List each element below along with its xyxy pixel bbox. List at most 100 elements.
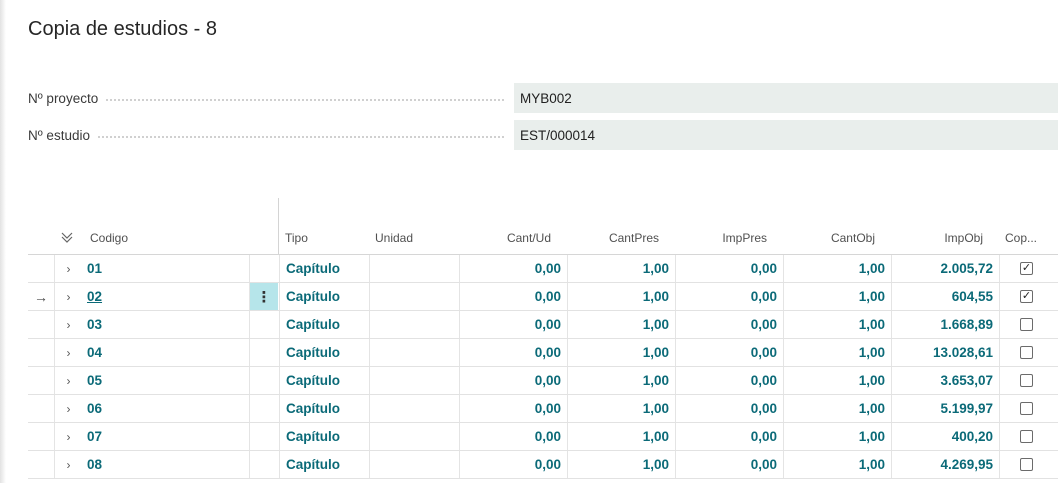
cell-cant-pres[interactable]: 1,00 (567, 283, 675, 310)
study-number-input[interactable]: EST/000014 (514, 120, 1058, 150)
cell-unidad[interactable] (369, 283, 459, 310)
cell-codigo[interactable]: 08 (87, 451, 247, 478)
cell-imp-obj[interactable]: 400,20 (891, 423, 999, 450)
more-vertical-icon[interactable]: ⋮ (249, 283, 278, 310)
column-header-cant-pres[interactable]: CantPres (568, 231, 659, 245)
cell-imp-pres[interactable]: 0,00 (675, 451, 783, 478)
cell-imp-obj[interactable]: 4.269,95 (891, 451, 999, 478)
chevron-right-icon[interactable]: › (54, 283, 82, 310)
cell-cant-pres[interactable]: 1,00 (567, 311, 675, 338)
copy-checkbox[interactable] (1020, 430, 1033, 443)
codigo-text[interactable]: 06 (87, 401, 102, 416)
row-menu-slot[interactable] (249, 255, 278, 282)
cell-tipo[interactable]: Capítulo (279, 451, 369, 478)
column-header-cant-ud[interactable]: Cant/Ud (460, 231, 551, 245)
row-menu-slot[interactable] (249, 367, 278, 394)
column-header-cant-obj[interactable]: CantObj (784, 231, 875, 245)
cell-cant-ud[interactable]: 0,00 (459, 367, 567, 394)
cell-cant-obj[interactable]: 1,00 (783, 311, 891, 338)
column-header-unidad[interactable]: Unidad (375, 231, 413, 245)
collapse-all-icon[interactable] (60, 230, 74, 247)
row-selector[interactable] (28, 451, 54, 478)
table-row[interactable]: › 06 Capítulo 0,00 1,00 0,00 1,00 5.199,97 (28, 395, 1058, 423)
copy-checkbox[interactable] (1020, 318, 1033, 331)
cell-cant-ud[interactable]: 0,00 (459, 311, 567, 338)
cell-unidad[interactable] (369, 255, 459, 282)
cell-unidad[interactable] (369, 423, 459, 450)
cell-cant-obj[interactable]: 1,00 (783, 423, 891, 450)
row-menu-slot[interactable] (249, 339, 278, 366)
cell-cant-ud[interactable]: 0,00 (459, 255, 567, 282)
cell-imp-obj[interactable]: 3.653,07 (891, 367, 999, 394)
project-number-input[interactable]: MYB002 (514, 83, 1058, 113)
cell-tipo[interactable]: Capítulo (279, 367, 369, 394)
cell-codigo[interactable]: 04 (87, 339, 247, 366)
cell-unidad[interactable] (369, 367, 459, 394)
copy-checkbox[interactable] (1020, 374, 1033, 387)
cell-tipo[interactable]: Capítulo (279, 283, 369, 310)
row-menu-slot[interactable] (249, 311, 278, 338)
codigo-text[interactable]: 05 (87, 373, 102, 388)
row-selector[interactable] (28, 367, 54, 394)
column-header-copiar[interactable]: Cop... (1005, 231, 1037, 245)
cell-cant-obj[interactable]: 1,00 (783, 255, 891, 282)
copy-checkbox[interactable] (1020, 346, 1033, 359)
cell-cant-ud[interactable]: 0,00 (459, 423, 567, 450)
cell-imp-obj[interactable]: 5.199,97 (891, 395, 999, 422)
chevron-right-icon[interactable]: › (54, 311, 82, 338)
cell-codigo[interactable]: 05 (87, 367, 247, 394)
codigo-text[interactable]: 07 (87, 429, 102, 444)
cell-tipo[interactable]: Capítulo (279, 339, 369, 366)
codigo-text[interactable]: 08 (87, 457, 102, 472)
codigo-text[interactable]: 03 (87, 317, 102, 332)
cell-codigo[interactable]: 03 (87, 311, 247, 338)
cell-cant-ud[interactable]: 0,00 (459, 395, 567, 422)
cell-unidad[interactable] (369, 339, 459, 366)
chevron-right-icon[interactable]: › (54, 255, 82, 282)
cell-tipo[interactable]: Capítulo (279, 395, 369, 422)
codigo-text[interactable]: 02 (87, 289, 102, 304)
table-row[interactable]: › 03 Capítulo 0,00 1,00 0,00 1,00 1.668,89 (28, 311, 1058, 339)
cell-cant-pres[interactable]: 1,00 (567, 395, 675, 422)
cell-tipo[interactable]: Capítulo (279, 423, 369, 450)
cell-unidad[interactable] (369, 311, 459, 338)
row-menu-slot[interactable] (249, 451, 278, 478)
cell-imp-pres[interactable]: 0,00 (675, 339, 783, 366)
table-row[interactable]: › 08 Capítulo 0,00 1,00 0,00 1,00 4.269,95 (28, 451, 1058, 479)
cell-codigo[interactable]: 02 (87, 283, 247, 310)
row-selector[interactable] (28, 255, 54, 282)
chevron-right-icon[interactable]: › (54, 367, 82, 394)
column-header-codigo[interactable]: Codigo (90, 231, 128, 245)
column-header-imp-obj[interactable]: ImpObj (892, 231, 983, 245)
column-header-tipo[interactable]: Tipo (285, 231, 308, 245)
cell-cant-obj[interactable]: 1,00 (783, 339, 891, 366)
cell-tipo[interactable]: Capítulo (279, 255, 369, 282)
cell-codigo[interactable]: 01 (87, 255, 247, 282)
copy-checkbox[interactable]: ✓ (1020, 290, 1033, 303)
cell-imp-pres[interactable]: 0,00 (675, 255, 783, 282)
chevron-right-icon[interactable]: › (54, 451, 82, 478)
cell-cant-ud[interactable]: 0,00 (459, 339, 567, 366)
row-selector[interactable] (28, 395, 54, 422)
chevron-right-icon[interactable]: › (54, 339, 82, 366)
row-selector[interactable] (28, 423, 54, 450)
cell-cant-pres[interactable]: 1,00 (567, 451, 675, 478)
cell-cant-obj[interactable]: 1,00 (783, 367, 891, 394)
table-row[interactable]: → › 02 ⋮ Capítulo 0,00 1,00 0,00 1,00 604,55 ✓ (28, 283, 1058, 311)
copy-checkbox[interactable] (1020, 458, 1033, 471)
cell-cant-pres[interactable]: 1,00 (567, 339, 675, 366)
cell-imp-obj[interactable]: 604,55 (891, 283, 999, 310)
copy-checkbox[interactable]: ✓ (1020, 262, 1033, 275)
row-selector[interactable] (28, 311, 54, 338)
cell-cant-pres[interactable]: 1,00 (567, 255, 675, 282)
cell-cant-obj[interactable]: 1,00 (783, 395, 891, 422)
cell-cant-pres[interactable]: 1,00 (567, 367, 675, 394)
copy-checkbox[interactable] (1020, 402, 1033, 415)
cell-imp-obj[interactable]: 1.668,89 (891, 311, 999, 338)
cell-imp-obj[interactable]: 2.005,72 (891, 255, 999, 282)
cell-cant-pres[interactable]: 1,00 (567, 423, 675, 450)
codigo-text[interactable]: 01 (87, 261, 102, 276)
cell-codigo[interactable]: 06 (87, 395, 247, 422)
table-row[interactable]: › 04 Capítulo 0,00 1,00 0,00 1,00 13.028,61 (28, 339, 1058, 367)
cell-unidad[interactable] (369, 451, 459, 478)
